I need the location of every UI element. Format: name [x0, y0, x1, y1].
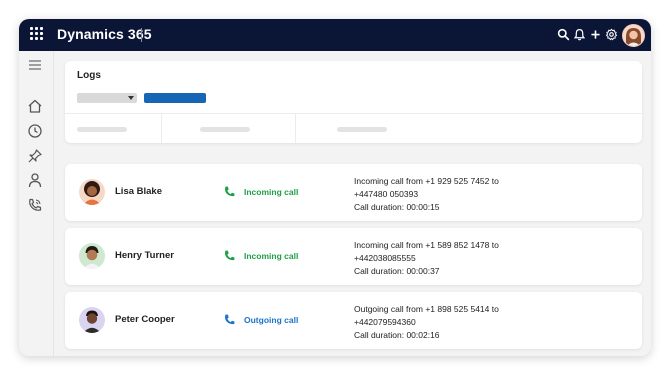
user-avatar[interactable] — [622, 24, 645, 47]
call-direction-label: Incoming call — [244, 187, 299, 197]
call-detail-text: Outgoing call from +1 898 525 5414 to — [354, 304, 499, 314]
home-icon[interactable] — [27, 98, 43, 114]
call-log-row[interactable]: Peter Cooper Outgoing call Outgoing call… — [65, 292, 642, 349]
call-detail-text: Incoming call from +1 589 852 1478 to — [354, 240, 499, 250]
call-direction-label: Outgoing call — [244, 315, 299, 325]
call-details: Incoming call from +1 929 525 7452 to +4… — [354, 175, 534, 213]
gear-icon[interactable] — [605, 28, 618, 41]
contact-avatar — [79, 179, 105, 205]
divider — [161, 113, 162, 143]
plus-icon[interactable] — [589, 28, 602, 41]
call-detail-text: Incoming call from +1 929 525 7452 to — [354, 176, 499, 186]
contact-avatar — [79, 307, 105, 333]
call-log-row[interactable]: Lisa Blake Incoming call Incoming call f… — [65, 164, 642, 221]
top-bar: Dynamics 365 — [19, 19, 651, 51]
search-icon[interactable] — [557, 28, 570, 41]
title-divider — [141, 28, 142, 42]
placeholder-bar — [77, 127, 127, 132]
call-duration: Call duration: 00:02:16 — [354, 329, 440, 340]
divider — [295, 113, 296, 143]
call-detail-number: +447480 050393 — [354, 188, 419, 199]
call-log-row[interactable]: Henry Turner Incoming call Incoming call… — [65, 228, 642, 285]
divider — [65, 113, 642, 114]
call-detail-number: +442038085555 — [354, 252, 416, 263]
app-title: Dynamics 365 — [57, 26, 152, 42]
contact-name: Henry Turner — [115, 250, 174, 261]
call-duration: Call duration: 00:00:37 — [354, 265, 440, 276]
logs-title: Logs — [77, 70, 101, 81]
person-icon[interactable] — [27, 172, 43, 188]
phone-call-icon[interactable] — [27, 197, 43, 213]
call-details: Incoming call from +1 589 852 1478 to +4… — [354, 239, 534, 277]
call-direction-label: Incoming call — [244, 251, 299, 261]
contact-avatar — [79, 243, 105, 269]
call-detail-number: +442079594360 — [354, 316, 416, 327]
outgoing-call-icon — [225, 314, 235, 325]
call-duration: Call duration: 00:00:15 — [354, 201, 440, 212]
placeholder-bar — [200, 127, 250, 132]
app-launcher-icon[interactable] — [30, 27, 44, 41]
app-window: Dynamics 365 Logs Lisa Blake Incoming ca… — [19, 19, 651, 356]
incoming-call-icon — [225, 186, 235, 197]
sidebar — [19, 51, 54, 356]
pin-icon[interactable] — [27, 148, 43, 164]
chevron-down-icon — [128, 96, 134, 100]
filter-dropdown[interactable] — [77, 93, 137, 103]
menu-icon[interactable] — [27, 57, 43, 73]
contact-name: Peter Cooper — [115, 314, 175, 325]
bell-icon[interactable] — [573, 28, 586, 41]
apply-button[interactable] — [144, 93, 206, 103]
call-details: Outgoing call from +1 898 525 5414 to +4… — [354, 303, 534, 341]
logs-card: Logs — [65, 61, 642, 143]
incoming-call-icon — [225, 250, 235, 261]
clock-icon[interactable] — [27, 123, 43, 139]
contact-name: Lisa Blake — [115, 186, 162, 197]
placeholder-bar — [337, 127, 387, 132]
